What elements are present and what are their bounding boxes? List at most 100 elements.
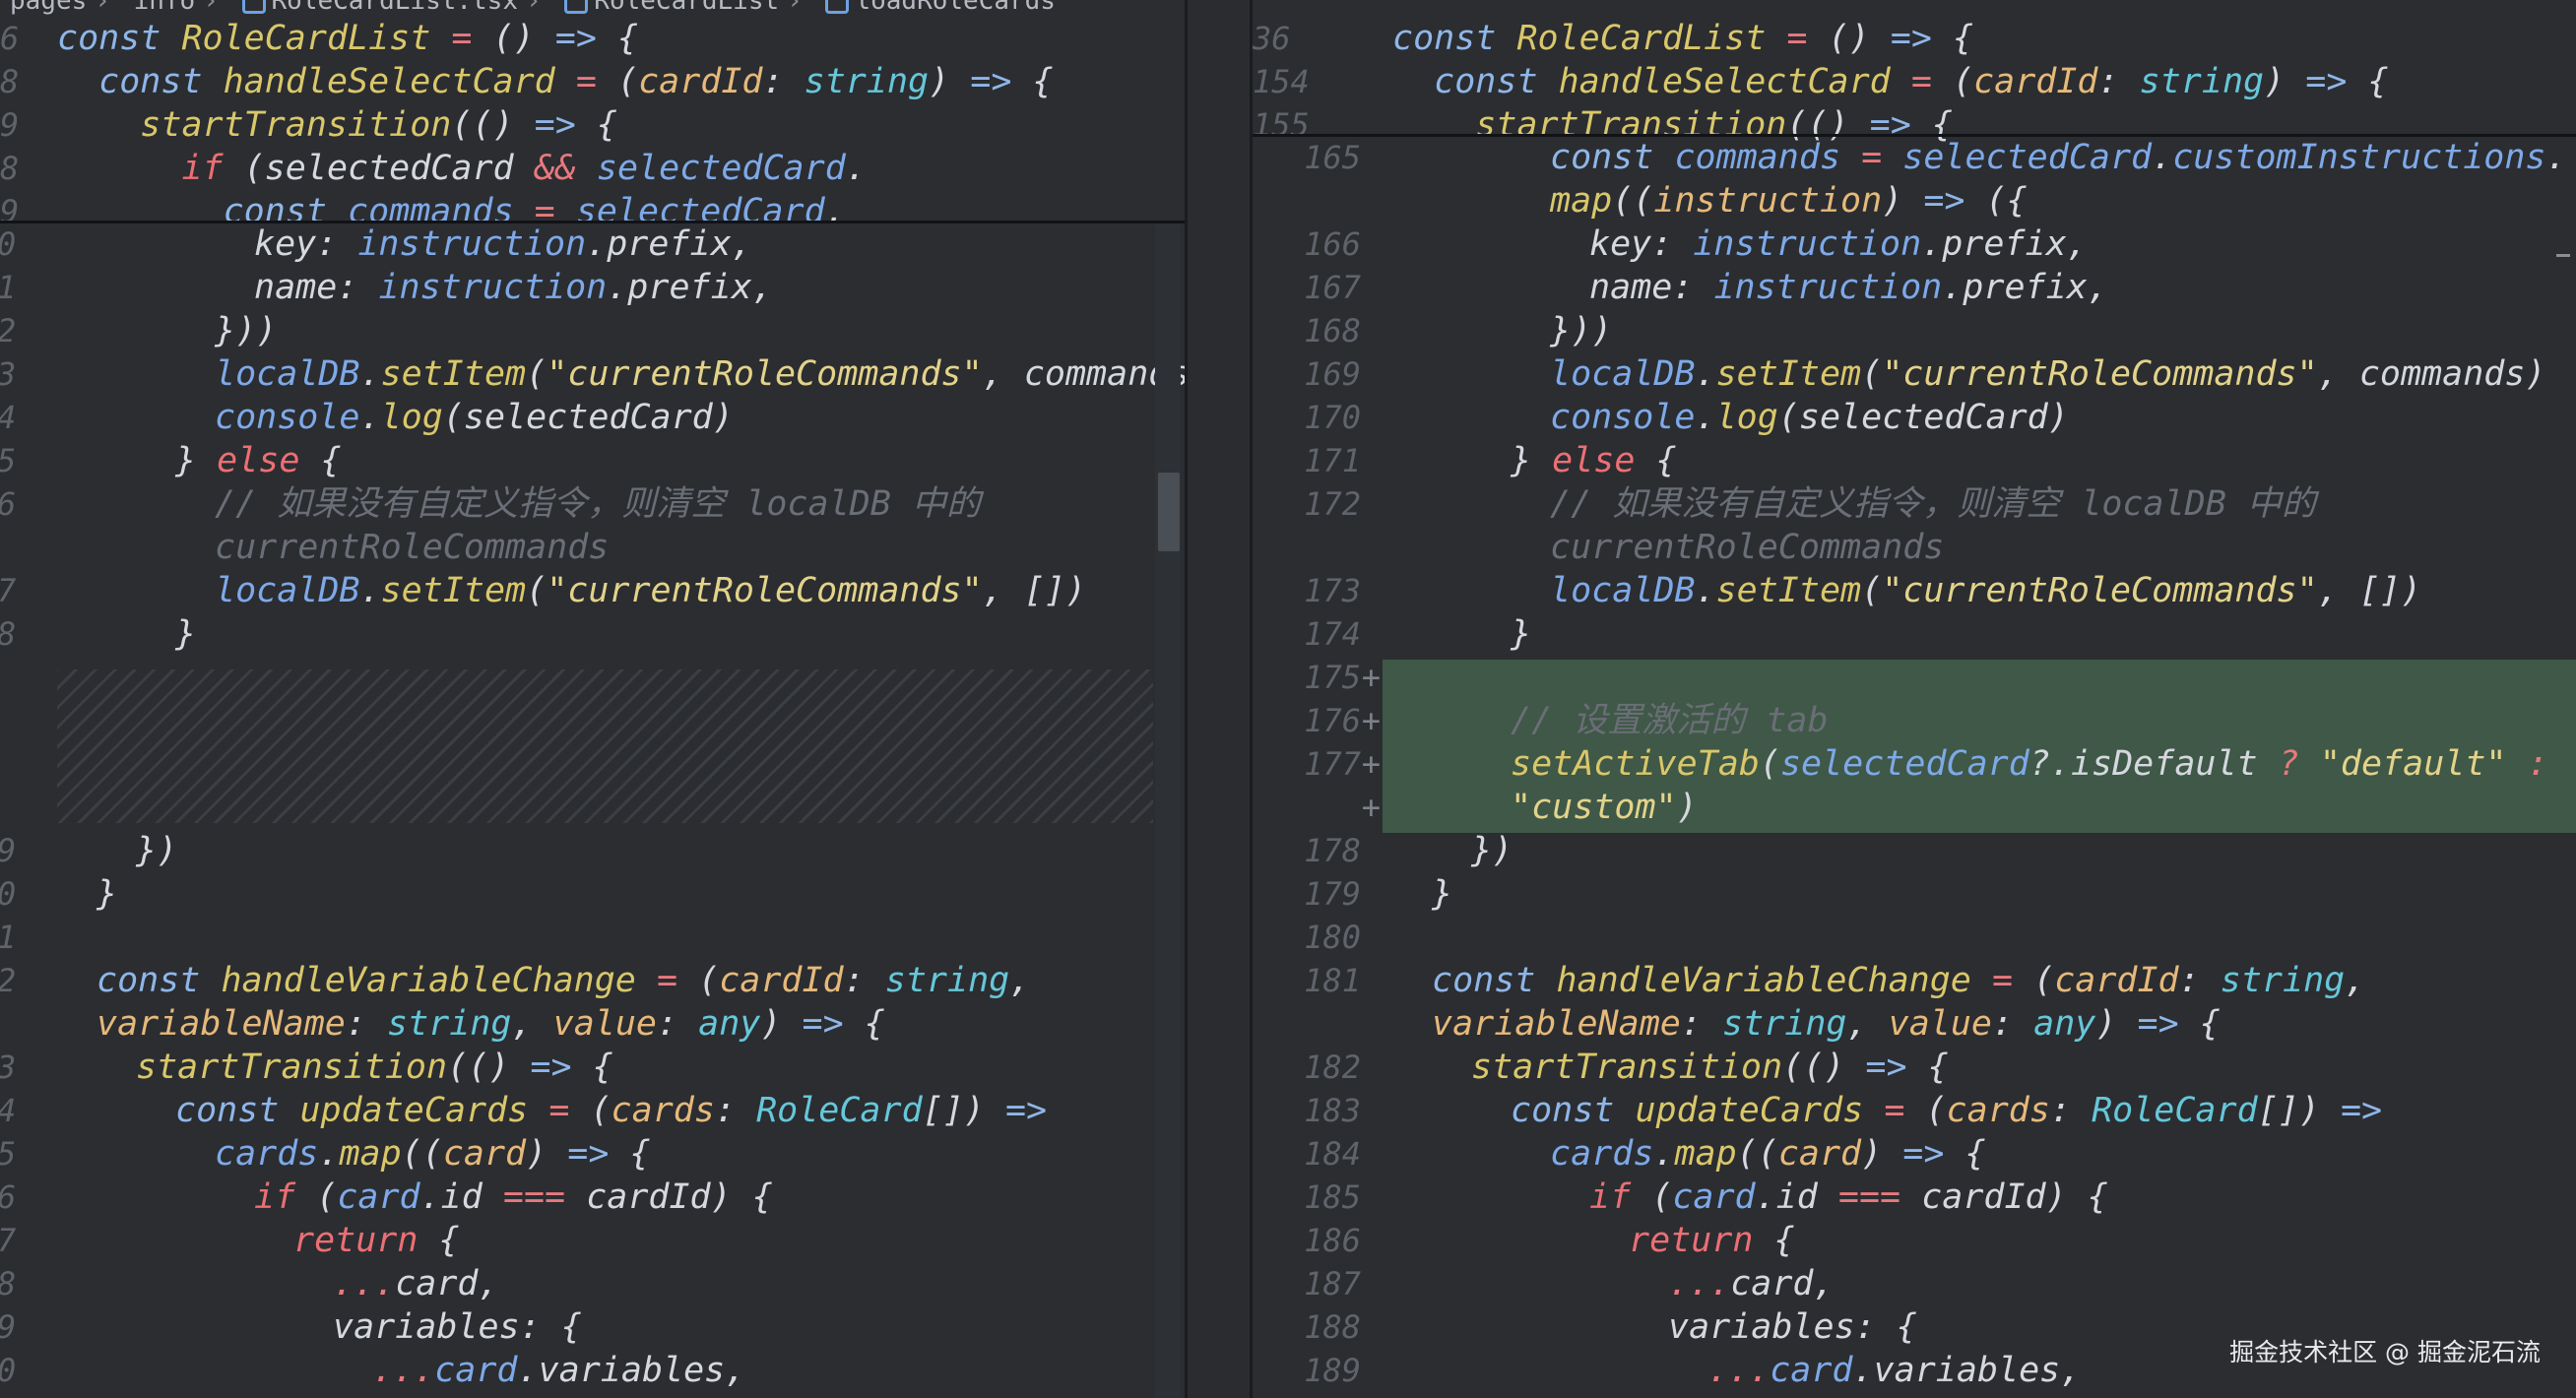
breadcrumb-item[interactable]: RoleCardList.tsx	[272, 0, 518, 16]
code-line[interactable]: return {	[57, 1219, 460, 1262]
right-code-area[interactable]: const commands = selectedCard.customInst…	[1383, 0, 2576, 1398]
code-line[interactable]: console.log(selectedCard)	[57, 396, 734, 439]
line-number: 1	[0, 916, 16, 959]
code-line[interactable]: const handleVariableChange = (cardId: st…	[57, 959, 1030, 1002]
line-number: 155	[1253, 106, 1310, 144]
sticky-code-line[interactable]: const commands = selectedCard.	[57, 190, 846, 233]
line-number: 171	[1304, 442, 1361, 479]
right-line-numbers: 165 166 167 168 169 170 171 172 173 174 175 +176 +17…	[1253, 0, 1381, 1398]
code-line[interactable]: ...card.variables,	[57, 1349, 745, 1392]
line-number: 181	[1304, 962, 1361, 999]
breadcrumb: pages › info › RoleCardList.tsx › RoleCardL…	[10, 0, 1056, 16]
scrollbar-marker	[2556, 254, 2570, 257]
line-number: 6	[0, 20, 20, 57]
sticky-scroll-header[interactable]: 36 154 155 const RoleCardList = () => { con…	[1253, 0, 2576, 145]
sticky-code-line[interactable]: const RoleCardList = () => {	[1392, 17, 1973, 60]
code-line[interactable]: if (card.id === cardId) {	[1392, 1176, 2108, 1219]
sticky-code-line[interactable]: if (selectedCard && selectedCard.	[57, 147, 866, 190]
code-line[interactable]: variables: {	[57, 1305, 582, 1349]
code-line[interactable]: localDB.setItem("currentRoleCommands", c…	[57, 352, 1185, 396]
left-diff-pane[interactable]: 6 8 9 8 9 const RoleCardList = () => { const …	[0, 0, 1185, 1398]
code-line[interactable]: cards.map((card) => {	[1392, 1132, 1986, 1176]
code-line[interactable]: })	[57, 829, 177, 872]
missing-lines-placeholder	[57, 669, 1153, 823]
code-line[interactable]: }	[1392, 612, 1531, 656]
code-line[interactable]: } else {	[1392, 439, 1677, 482]
code-line[interactable]: ...card,	[1392, 1262, 1835, 1305]
code-line[interactable]: }))	[1392, 309, 1612, 352]
line-number: 9	[0, 193, 20, 230]
diff-separator[interactable]	[1185, 0, 1253, 1398]
code-line[interactable]: variableName: string, value: any) => {	[1392, 1002, 2221, 1046]
code-line[interactable]: // 如果没有自定义指令，则清空 localDB 中的	[1392, 482, 2316, 526]
line-number: 2	[0, 309, 16, 352]
code-line[interactable]: startTransition(() => {	[1392, 1046, 1949, 1089]
code-line[interactable]: ...card,	[57, 1262, 499, 1305]
line-number: 166	[1304, 225, 1361, 263]
code-line[interactable]	[1392, 656, 1511, 699]
code-line[interactable]: const updateCards = (cards: RoleCard[]) …	[1392, 1089, 2382, 1132]
sticky-header-divider	[1253, 134, 2576, 137]
code-line[interactable]: }	[1392, 872, 1452, 916]
line-number: 178	[1304, 832, 1361, 869]
breadcrumb-item[interactable]: RoleCardList	[594, 0, 779, 16]
line-number: 7	[0, 1219, 16, 1262]
code-line[interactable]: // 如果没有自定义指令，则清空 localDB 中的	[57, 482, 981, 526]
file-icon	[241, 0, 266, 14]
code-line[interactable]: ...card.variables,	[1392, 1349, 2081, 1392]
code-line[interactable]: cards.map((card) => {	[57, 1132, 651, 1176]
code-line[interactable]: // 设置激活的 tab	[1392, 699, 1829, 742]
line-number: 173	[1304, 572, 1361, 609]
breadcrumb-item[interactable]: loadRoleCards	[855, 0, 1056, 16]
code-line[interactable]: variables: {	[1392, 1305, 1917, 1349]
sticky-code-line[interactable]: startTransition(() => {	[1392, 103, 1953, 147]
line-number: 3	[0, 352, 16, 396]
code-line[interactable]: const updateCards = (cards: RoleCard[]) …	[57, 1089, 1047, 1132]
line-number: 174	[1304, 615, 1361, 653]
added-line-marker: +	[1361, 659, 1381, 696]
line-number: 3	[0, 1046, 16, 1089]
watermark: 掘金技术社区 @ 掘金泥石流	[2229, 1338, 2541, 1366]
code-line[interactable]: localDB.setItem("currentRoleCommands", […	[1392, 569, 2421, 612]
line-number: 7	[0, 569, 16, 612]
line-number: 6	[0, 1176, 16, 1219]
function-icon	[825, 0, 850, 14]
sticky-code-line[interactable]: const RoleCardList = () => {	[57, 17, 638, 60]
code-line[interactable]: key: instruction.prefix,	[1392, 222, 2088, 266]
code-line[interactable]: name: instruction.prefix,	[1392, 266, 2108, 309]
code-line[interactable]: }	[57, 612, 196, 656]
code-line[interactable]: const handleVariableChange = (cardId: st…	[1392, 959, 2365, 1002]
code-line[interactable]: console.log(selectedCard)	[1392, 396, 2069, 439]
right-diff-pane[interactable]: 36 154 155 const RoleCardList = () => { con…	[1253, 0, 2576, 1398]
line-number: 9	[0, 106, 20, 144]
code-line[interactable]: name: instruction.prefix,	[57, 266, 773, 309]
code-line[interactable]: variableName: string, value: any) => {	[57, 1002, 885, 1046]
line-number: 8	[0, 612, 16, 656]
code-line[interactable]: } else {	[57, 439, 342, 482]
code-line[interactable]: map((instruction) => ({	[1392, 179, 2028, 222]
code-line[interactable]: if (card.id === cardId) {	[57, 1176, 773, 1219]
code-line[interactable]: localDB.setItem("currentRoleCommands", c…	[1392, 352, 2546, 396]
sticky-code-line[interactable]: const handleSelectCard = (cardId: string…	[1392, 60, 2388, 103]
code-line[interactable]: currentRoleCommands	[1392, 526, 1944, 569]
sticky-code-line[interactable]: const handleSelectCard = (cardId: string…	[57, 60, 1053, 103]
code-line[interactable]: localDB.setItem("currentRoleCommands", […	[57, 569, 1086, 612]
code-line[interactable]: return {	[1392, 1219, 1795, 1262]
code-line[interactable]: startTransition(() => {	[57, 1046, 613, 1089]
component-icon	[564, 0, 589, 14]
breadcrumb-item[interactable]: info	[134, 0, 196, 16]
code-line[interactable]: })	[1392, 829, 1513, 872]
line-number: 8	[0, 63, 20, 100]
code-line[interactable]: "custom")	[1392, 786, 1698, 829]
code-line[interactable]: }	[57, 872, 117, 916]
code-line[interactable]: }))	[57, 309, 277, 352]
code-line[interactable]: setActiveTab(selectedCard?.isDefault ? "…	[1392, 742, 2548, 786]
breadcrumb-item[interactable]: pages	[10, 0, 87, 16]
line-number: 186	[1304, 1222, 1361, 1259]
code-line[interactable]: currentRoleCommands	[57, 526, 609, 569]
sticky-code-line[interactable]: startTransition(() => {	[57, 103, 617, 147]
scrollbar-thumb[interactable]	[1158, 473, 1180, 551]
sticky-scroll-header[interactable]: 6 8 9 8 9 const RoleCardList = () => { const …	[0, 0, 1185, 231]
right-scrollbar[interactable]	[2550, 0, 2576, 1398]
line-number: 170	[1304, 399, 1361, 436]
